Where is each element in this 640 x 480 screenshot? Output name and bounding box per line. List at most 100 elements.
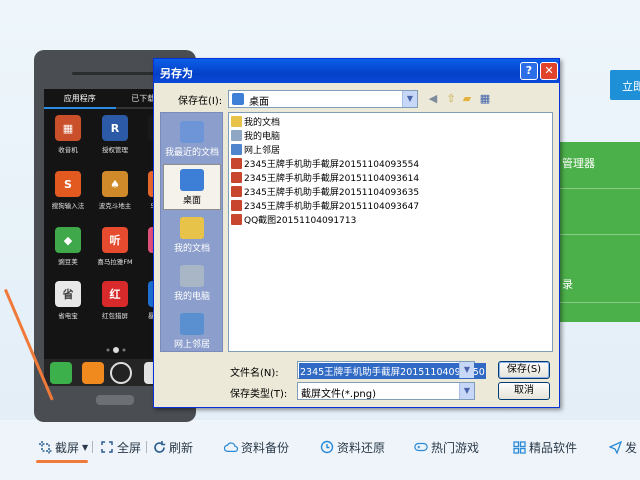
contacts-icon[interactable] <box>82 362 104 384</box>
up-folder-icon[interactable]: ⇧ <box>444 92 458 106</box>
app-tile[interactable]: 红红包猎屏 <box>96 281 134 320</box>
computer-icon <box>180 265 204 287</box>
app-label: 波克斗地主 <box>98 202 132 210</box>
phone-call-icon[interactable] <box>50 362 72 384</box>
games-button[interactable]: 热门游戏 <box>414 437 479 457</box>
filetype-select[interactable]: 截屏文件(*.png) ▼ <box>297 382 475 400</box>
back-icon[interactable]: ◀ <box>426 92 440 106</box>
right-panel-item[interactable]: 录 <box>562 276 573 292</box>
file-list-item[interactable]: 我的文档 <box>231 115 280 128</box>
app-tile[interactable]: S 搜狗输入法 <box>49 171 87 210</box>
file-list[interactable]: 我的文档 我的电脑 网上邻居 2345王牌手机助手截屏20151104093554 23… <box>228 112 553 352</box>
refresh-button[interactable]: 刷新 <box>152 437 193 457</box>
fullscreen-icon <box>100 440 114 454</box>
file-list-item[interactable]: 我的电脑 <box>231 129 280 142</box>
software-label: 精品软件 <box>529 440 578 455</box>
top-action-button[interactable]: 立即 <box>610 70 640 100</box>
divider <box>92 441 93 453</box>
chevron-down-icon[interactable]: ▼ <box>459 383 474 399</box>
annotation-underline <box>36 460 88 463</box>
screenshot-button[interactable]: 截屏 ▼ <box>38 437 88 457</box>
backup-button[interactable]: 资料备份 <box>224 437 289 457</box>
gamepad-icon <box>414 440 428 454</box>
places-bar: 我最近的文档 桌面 我的文档 我的电脑 网上邻居 <box>160 112 223 352</box>
right-panel-item[interactable]: 管理器 <box>562 155 595 171</box>
png-icon <box>231 158 242 169</box>
save-in-select[interactable]: 桌面 ▼ <box>228 90 418 108</box>
place-my-computer[interactable]: 我的电脑 <box>163 261 221 307</box>
app-tile[interactable]: R 授权管理 <box>96 115 134 154</box>
help-button[interactable]: ? <box>520 62 538 80</box>
chevron-down-icon[interactable]: ▼ <box>402 91 417 107</box>
file-name: 2345王牌手机助手截屏20151104093647 <box>244 202 420 212</box>
app-tile[interactable]: ▦ 收音机 <box>49 115 87 154</box>
app-icon: ♠ <box>102 171 128 197</box>
file-name: 2345王牌手机助手截屏20151104093614 <box>244 174 420 184</box>
bottom-toolbar: 截屏 ▼ 全屏 刷新 资料备份 资料还原 热门游戏 精品软件 发 <box>0 422 640 480</box>
dialog-titlebar[interactable]: 另存为 ? ✕ <box>154 59 559 83</box>
place-label: 桌面 <box>182 196 201 206</box>
save-as-dialog: 另存为 ? ✕ 保存在(I): 桌面 ▼ ◀ ⇧ ▰ ▦ 我最近的文档 桌面 我… <box>153 58 560 408</box>
cloud-icon <box>224 440 238 454</box>
view-menu-icon[interactable]: ▦ <box>478 92 492 106</box>
computer-icon <box>231 130 242 141</box>
filename-value: 2345王牌手机助手截屏20151104093850 <box>299 363 486 379</box>
png-icon <box>231 214 242 225</box>
send-label: 发 <box>625 440 638 455</box>
app-label: 红包猎屏 <box>102 312 128 320</box>
cancel-button[interactable]: 取消 <box>498 382 550 400</box>
desktop-icon <box>232 93 244 105</box>
save-in-label: 保存在(I): <box>178 96 223 107</box>
backup-label: 资料备份 <box>241 440 290 455</box>
chevron-down-icon[interactable]: ▼ <box>459 362 474 378</box>
divider <box>556 302 640 303</box>
filename-label: 文件名(N): <box>230 368 279 379</box>
place-network[interactable]: 网上邻居 <box>163 309 221 355</box>
file-list-item[interactable]: QQ截图20151104091713 <box>231 213 356 226</box>
send-button[interactable]: 发 <box>608 437 637 457</box>
place-my-documents[interactable]: 我的文档 <box>163 213 221 259</box>
app-label: 豌豆荚 <box>58 258 78 266</box>
place-desktop[interactable]: 桌面 <box>163 164 221 210</box>
app-tile[interactable]: ◆ 豌豆荚 <box>49 227 87 266</box>
software-button[interactable]: 精品软件 <box>512 437 577 457</box>
file-list-item[interactable]: 2345王牌手机助手截屏20151104093635 <box>231 185 419 198</box>
filetype-label: 保存类型(T): <box>230 389 288 400</box>
filename-field[interactable]: 2345王牌手机助手截屏20151104093850 ▼ <box>297 361 486 379</box>
app-tile[interactable]: 省省电宝 <box>49 281 87 320</box>
restore-icon <box>320 440 334 454</box>
home-icon[interactable] <box>110 362 132 384</box>
app-tile[interactable]: 听喜马拉雅FM <box>96 227 134 266</box>
app-icon: 红 <box>102 281 128 307</box>
app-label: 喜马拉雅FM <box>97 258 133 266</box>
png-icon <box>231 172 242 183</box>
png-icon <box>231 200 242 211</box>
restore-button[interactable]: 资料还原 <box>320 437 385 457</box>
place-label: 我最近的文档 <box>164 148 219 158</box>
fullscreen-label: 全屏 <box>117 440 142 455</box>
file-list-item[interactable]: 2345王牌手机助手截屏20151104093614 <box>231 171 419 184</box>
place-recent[interactable]: 我最近的文档 <box>163 117 221 163</box>
new-folder-icon[interactable]: ▰ <box>460 92 474 106</box>
close-button[interactable]: ✕ <box>540 62 558 80</box>
fullscreen-button[interactable]: 全屏 <box>100 437 141 457</box>
phone-tab-apps[interactable]: 应用程序 <box>44 89 116 109</box>
file-list-item[interactable]: 2345王牌手机助手截屏20151104093554 <box>231 157 419 170</box>
save-button[interactable]: 保存(S) <box>498 361 550 379</box>
app-label: 搜狗输入法 <box>51 202 85 210</box>
file-list-item[interactable]: 网上邻居 <box>231 143 280 156</box>
app-tile[interactable]: ♠ 波克斗地主 <box>96 171 134 210</box>
recent-docs-icon <box>180 121 204 143</box>
games-label: 热门游戏 <box>431 440 480 455</box>
divider <box>556 188 640 189</box>
place-label: 我的电脑 <box>173 292 210 302</box>
png-icon <box>231 186 242 197</box>
chevron-down-icon[interactable]: ▼ <box>82 443 88 452</box>
file-list-item[interactable]: 2345王牌手机助手截屏20151104093647 <box>231 199 419 212</box>
app-label: 授权管理 <box>102 146 128 154</box>
network-icon <box>180 313 204 335</box>
filetype-value: 截屏文件(*.png) <box>301 389 377 400</box>
screenshot-label: 截屏 <box>55 440 80 455</box>
crop-icon <box>38 440 52 454</box>
file-name: 2345王牌手机助手截屏20151104093635 <box>244 188 420 198</box>
